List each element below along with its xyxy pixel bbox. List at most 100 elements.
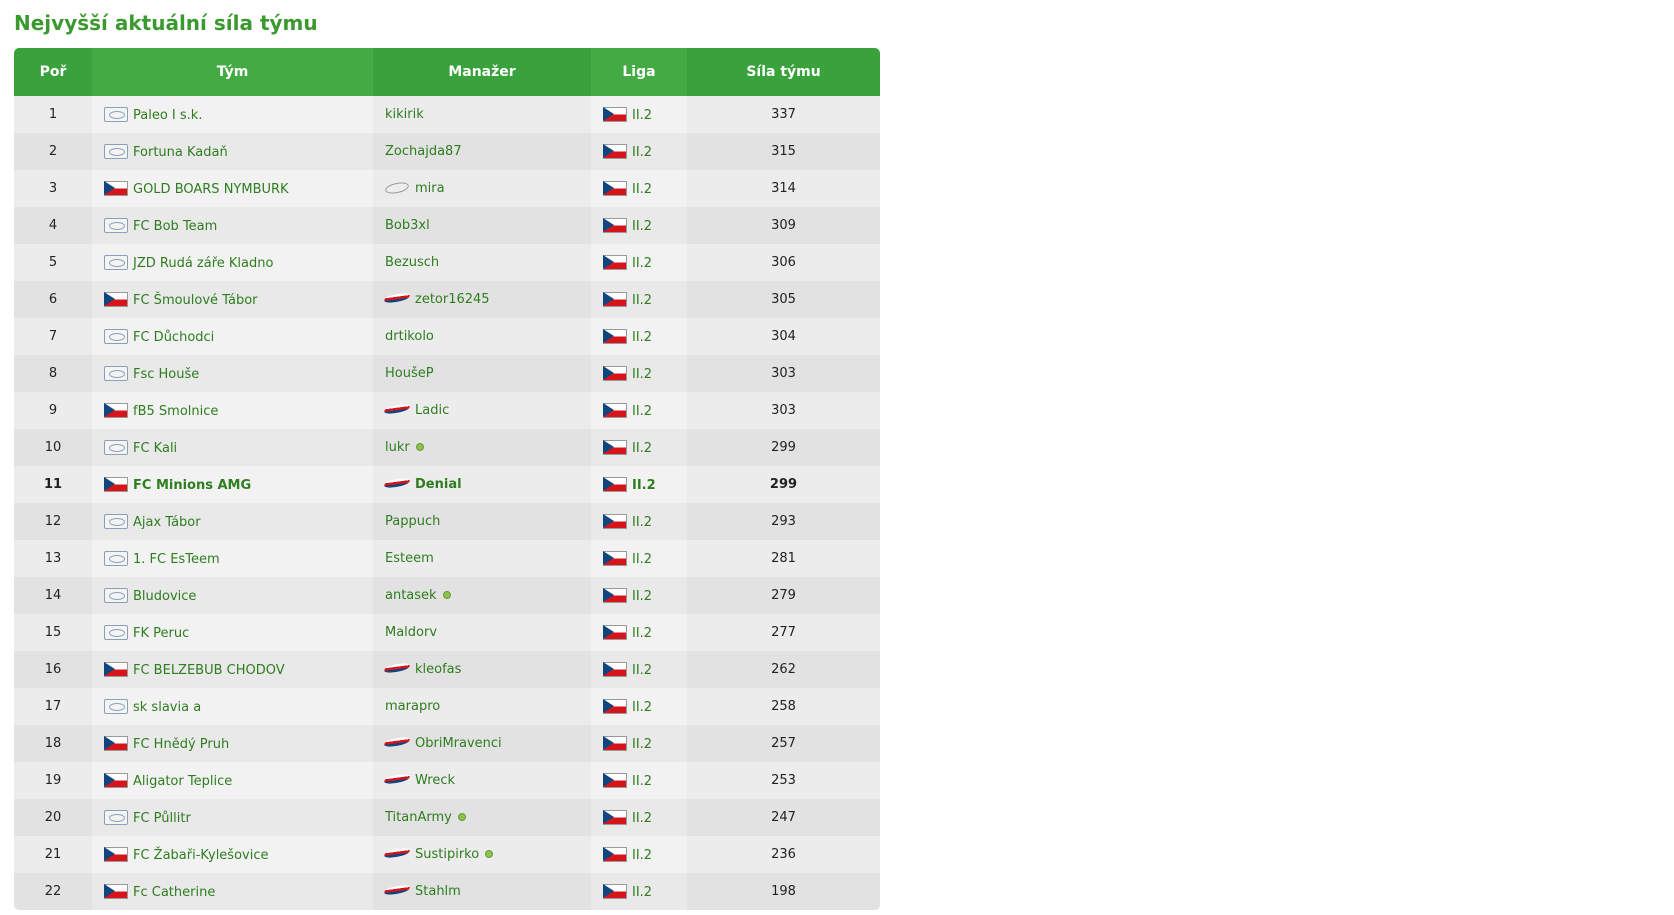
rank-cell: 7 [14, 318, 92, 355]
team-badge-icon [104, 587, 128, 603]
manager-cell: ObriMravenci [373, 725, 591, 762]
manager-link[interactable]: HoušeP [385, 366, 434, 381]
team-link[interactable]: FC Bob Team [133, 219, 217, 234]
team-link[interactable]: fB5 Smolnice [133, 404, 218, 419]
team-link[interactable]: Bludovice [133, 589, 196, 604]
table-row: 2 Fortuna Kadaň Zochajda87 II.2 315 [14, 133, 880, 170]
league-link[interactable]: II.2 [632, 626, 652, 641]
header-sila[interactable]: Síla týmu [687, 48, 880, 96]
league-link[interactable]: II.2 [632, 256, 652, 271]
manager-link[interactable]: Pappuch [385, 514, 440, 529]
team-link[interactable]: Aligator Teplice [133, 774, 232, 789]
manager-link[interactable]: marapro [385, 699, 440, 714]
manager-link[interactable]: Denial [415, 477, 462, 492]
manager-link[interactable]: Sustipirko [415, 847, 479, 862]
manager-link[interactable]: Wreck [415, 773, 455, 788]
manager-link[interactable]: kikirik [385, 107, 424, 122]
czech-flag-icon [603, 217, 627, 233]
team-link[interactable]: GOLD BOARS NYMBURK [133, 182, 289, 197]
team-link[interactable]: FC Důchodci [133, 330, 214, 345]
team-link[interactable]: FC Žabaři-Kylešovice [133, 848, 268, 863]
league-link[interactable]: II.2 [632, 219, 652, 234]
czech-wave-flag-icon [385, 884, 409, 896]
rank-cell: 1 [14, 96, 92, 133]
team-link[interactable]: sk slavia a [133, 700, 201, 715]
team-badge-icon [104, 254, 128, 270]
manager-link[interactable]: Zochajda87 [385, 144, 462, 159]
team-cell: FC Minions AMG [92, 466, 373, 503]
league-link[interactable]: II.2 [632, 700, 652, 715]
league-link[interactable]: II.2 [632, 663, 652, 678]
manager-cell: kikirik [373, 96, 591, 133]
czech-flag-icon [104, 846, 128, 862]
team-link[interactable]: Fortuna Kadaň [133, 145, 228, 160]
header-manager[interactable]: Manažer [373, 48, 591, 96]
league-link[interactable]: II.2 [632, 589, 652, 604]
league-link[interactable]: II.2 [632, 145, 652, 160]
league-link[interactable]: II.2 [632, 848, 652, 863]
manager-link[interactable]: Bob3xl [385, 218, 430, 233]
strength-cell: 236 [687, 836, 880, 873]
strength-cell: 337 [687, 96, 880, 133]
czech-flag-icon [603, 328, 627, 344]
league-link[interactable]: II.2 [632, 108, 652, 123]
rank-cell: 21 [14, 836, 92, 873]
manager-link[interactable]: lukr [385, 440, 410, 455]
team-link[interactable]: FC Kali [133, 441, 177, 456]
team-link[interactable]: Fc Catherine [133, 885, 215, 900]
league-link[interactable]: II.2 [632, 330, 652, 345]
table-row: 12 Ajax Tábor Pappuch II.2 293 [14, 503, 880, 540]
team-link[interactable]: FC Půllitr [133, 811, 191, 826]
league-link[interactable]: II.2 [632, 441, 652, 456]
team-link[interactable]: Paleo I s.k. [133, 108, 202, 123]
league-link[interactable]: II.2 [632, 367, 652, 382]
czech-wave-flag-icon [385, 773, 409, 785]
league-link[interactable]: II.2 [632, 182, 652, 197]
league-link[interactable]: II.2 [632, 885, 652, 900]
team-badge-icon [104, 106, 128, 122]
manager-link[interactable]: kleofas [415, 662, 461, 677]
online-status-icon [442, 591, 451, 599]
league-cell: II.2 [591, 170, 687, 207]
league-link[interactable]: II.2 [632, 774, 652, 789]
table-row: 22 Fc Catherine Stahlm II.2 198 [14, 873, 880, 910]
team-cell: fB5 Smolnice [92, 392, 373, 429]
manager-link[interactable]: Stahlm [415, 884, 461, 899]
czech-flag-icon [104, 772, 128, 788]
header-liga[interactable]: Liga [591, 48, 687, 96]
manager-link[interactable]: Maldorv [385, 625, 437, 640]
league-link[interactable]: II.2 [632, 404, 652, 419]
team-link[interactable]: FK Peruc [133, 626, 189, 641]
team-link[interactable]: 1. FC EsTeem [133, 552, 220, 567]
team-cell: FC Hnědý Pruh [92, 725, 373, 762]
team-link[interactable]: JZD Rudá záře Kladno [133, 256, 273, 271]
table-row: 19 Aligator Teplice Wreck II.2 253 [14, 762, 880, 799]
strength-cell: 253 [687, 762, 880, 799]
league-link[interactable]: II.2 [632, 737, 652, 752]
manager-link[interactable]: antasek [385, 588, 437, 603]
league-cell: II.2 [591, 836, 687, 873]
manager-link[interactable]: zetor16245 [415, 292, 490, 307]
league-link[interactable]: II.2 [632, 478, 656, 493]
manager-link[interactable]: ObriMravenci [415, 736, 502, 751]
header-pos[interactable]: Poř [14, 48, 92, 96]
manager-link[interactable]: drtikolo [385, 329, 434, 344]
league-link[interactable]: II.2 [632, 811, 652, 826]
manager-link[interactable]: Bezusch [385, 255, 439, 270]
header-team[interactable]: Tým [92, 48, 373, 96]
manager-link[interactable]: Esteem [385, 551, 434, 566]
team-link[interactable]: FC BELZEBUB CHODOV [133, 663, 285, 678]
team-badge-icon [104, 513, 128, 529]
team-link[interactable]: FC Hnědý Pruh [133, 737, 229, 752]
rank-cell: 22 [14, 873, 92, 910]
league-link[interactable]: II.2 [632, 552, 652, 567]
league-link[interactable]: II.2 [632, 515, 652, 530]
team-link[interactable]: FC Šmoulové Tábor [133, 293, 258, 308]
manager-link[interactable]: Ladic [415, 403, 449, 418]
league-link[interactable]: II.2 [632, 293, 652, 308]
manager-link[interactable]: TitanArmy [385, 810, 452, 825]
team-link[interactable]: Fsc Houše [133, 367, 199, 382]
team-link[interactable]: FC Minions AMG [133, 478, 251, 493]
manager-link[interactable]: mira [415, 181, 445, 196]
team-link[interactable]: Ajax Tábor [133, 515, 201, 530]
